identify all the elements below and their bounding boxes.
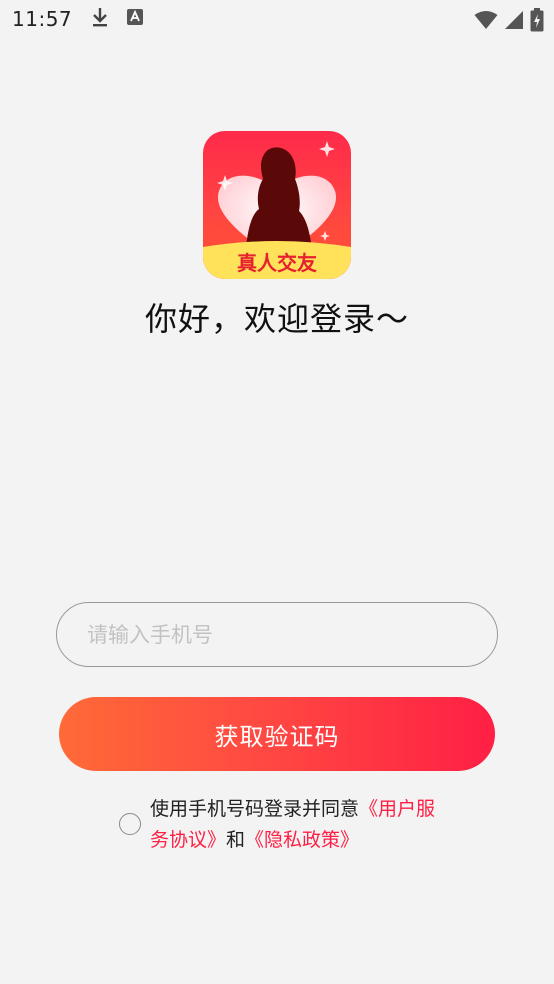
status-bar: 11:57	[0, 0, 554, 38]
status-right-icons	[474, 8, 544, 36]
text-a-icon	[126, 8, 144, 30]
app-logo: 真人交友	[203, 131, 351, 279]
signal-icon	[504, 10, 524, 34]
phone-input[interactable]	[87, 622, 467, 647]
agree-checkbox[interactable]	[119, 813, 141, 835]
agreement-text: 使用手机号码登录并同意《用户服务协议》和《隐私政策》	[150, 794, 450, 856]
agreement-and: 和	[226, 829, 246, 851]
wifi-icon	[474, 10, 498, 34]
status-time: 11:57	[12, 7, 73, 31]
agreement-prefix: 使用手机号码登录并同意	[150, 798, 360, 820]
download-icon	[90, 6, 110, 32]
get-code-button[interactable]: 获取验证码	[59, 697, 495, 771]
phone-input-container[interactable]	[56, 602, 498, 667]
privacy-policy-link[interactable]: 《隐私政策》	[245, 829, 359, 851]
logo-badge-text: 真人交友	[237, 251, 317, 275]
status-left-icons	[90, 6, 144, 32]
welcome-title: 你好，欢迎登录～	[144, 300, 409, 338]
battery-icon	[530, 8, 544, 36]
